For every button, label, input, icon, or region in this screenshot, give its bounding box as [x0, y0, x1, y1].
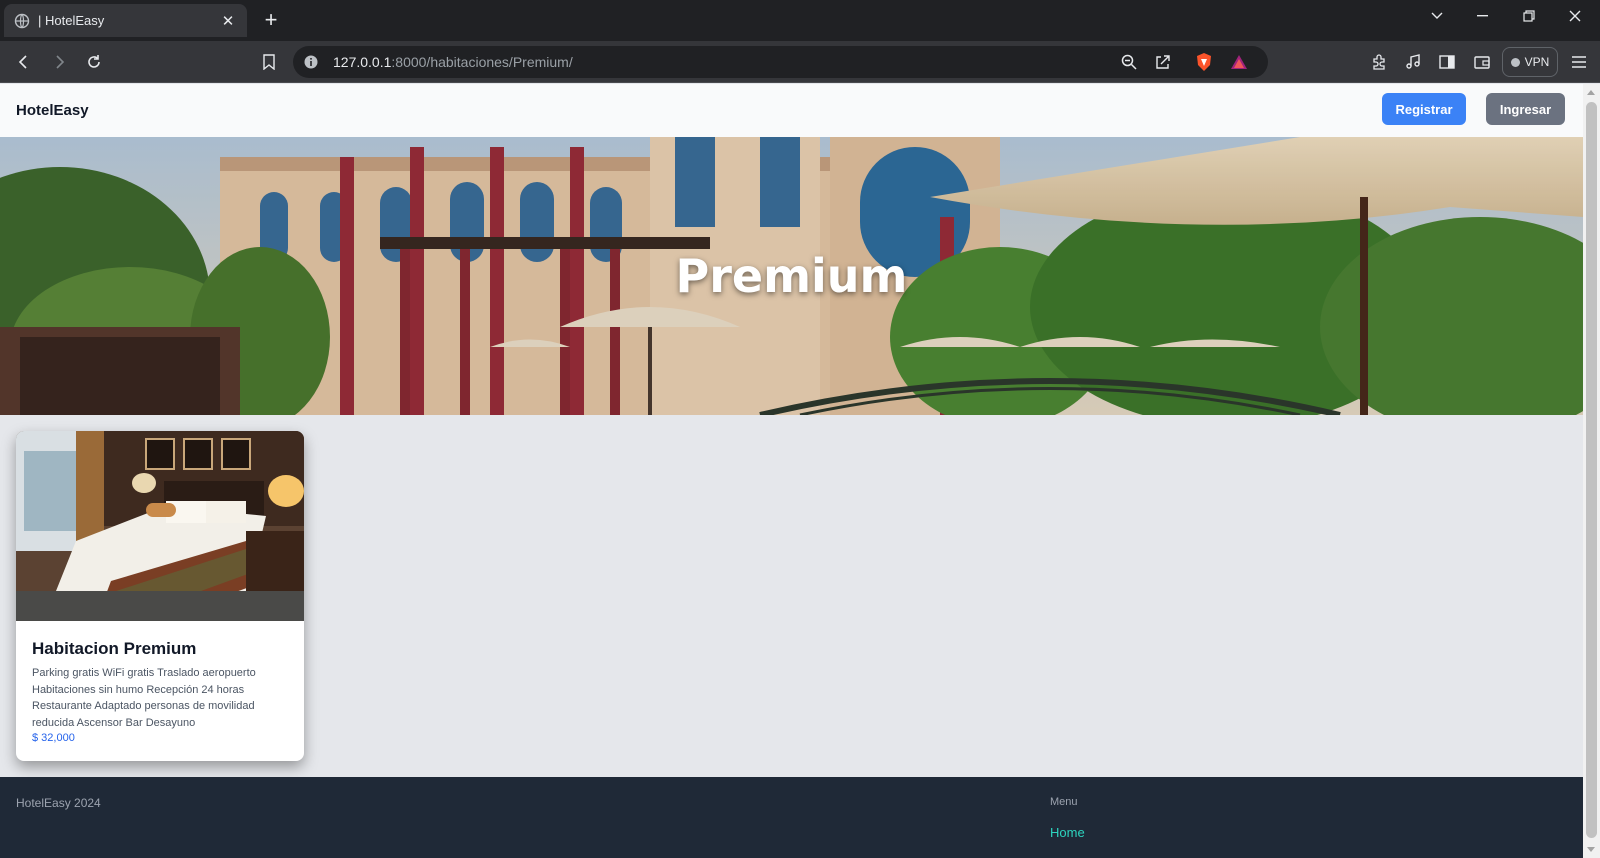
- zoom-icon[interactable]: [1116, 49, 1142, 75]
- footer-menu-heading: Menu: [1050, 796, 1078, 808]
- browser-tab-bar: | HotelEasy ✕ +: [0, 0, 1600, 41]
- room-amenities: Parking gratis WiFi gratis Traslado aero…: [32, 667, 256, 729]
- back-icon[interactable]: [11, 49, 37, 75]
- footer-copyright: HotelEasy 2024: [16, 796, 101, 810]
- reload-icon[interactable]: [81, 49, 107, 75]
- site-navbar: HotelEasy Registrar Ingresar: [0, 84, 1583, 137]
- scroll-down-icon[interactable]: [1587, 847, 1595, 852]
- page-title: Premium: [675, 249, 908, 303]
- extensions-icon[interactable]: [1366, 49, 1392, 75]
- restore-icon[interactable]: [1506, 0, 1552, 32]
- site-footer: HotelEasy 2024 Menu Home: [0, 777, 1583, 858]
- menu-icon[interactable]: [1566, 49, 1592, 75]
- wallet-icon[interactable]: [1469, 49, 1495, 75]
- tab-search-icon[interactable]: [1414, 0, 1460, 32]
- brave-shields-icon[interactable]: [1191, 49, 1217, 75]
- new-tab-icon[interactable]: +: [259, 8, 283, 32]
- globe-icon: [14, 13, 30, 29]
- site-brand[interactable]: HotelEasy: [16, 102, 89, 119]
- close-tab-icon[interactable]: ✕: [219, 12, 237, 30]
- room-price: $ 32,000: [32, 732, 75, 744]
- address-bar[interactable]: 127.0.0.1:8000/habitaciones/Premium/: [293, 46, 1268, 78]
- room-card[interactable]: Habitacion Premium Parking gratis WiFi g…: [16, 431, 304, 761]
- room-photo: [16, 431, 304, 621]
- site-info-icon[interactable]: [303, 54, 319, 70]
- room-title[interactable]: Habitacion Premium: [32, 639, 288, 659]
- scrollbar-thumb[interactable]: [1586, 102, 1597, 838]
- media-icon[interactable]: [1400, 49, 1426, 75]
- page-viewport: HotelEasy Registrar Ingresar Premium Hab…: [0, 84, 1583, 858]
- hero-banner: Premium: [0, 137, 1583, 415]
- url-text: 127.0.0.1:8000/habitaciones/Premium/: [333, 54, 573, 70]
- tab-title: | HotelEasy: [38, 13, 105, 28]
- forward-icon[interactable]: [46, 49, 72, 75]
- register-button[interactable]: Registrar: [1382, 93, 1466, 125]
- close-window-icon[interactable]: [1552, 0, 1598, 32]
- share-icon[interactable]: [1150, 49, 1176, 75]
- vpn-status-icon: [1510, 57, 1520, 67]
- browser-toolbar: 127.0.0.1:8000/habitaciones/Premium/ VPN: [0, 41, 1600, 83]
- minimize-icon[interactable]: [1460, 0, 1506, 32]
- scroll-up-icon[interactable]: [1587, 90, 1595, 95]
- room-card-body: Habitacion Premium Parking gratis WiFi g…: [16, 621, 304, 744]
- url-host: 127.0.0.1: [333, 54, 392, 70]
- vpn-button[interactable]: VPN: [1502, 47, 1558, 77]
- vpn-label: VPN: [1524, 55, 1550, 69]
- page-scrollbar[interactable]: [1583, 84, 1600, 858]
- bookmark-icon[interactable]: [256, 49, 282, 75]
- url-path: :8000/habitaciones/Premium/: [391, 54, 573, 70]
- footer-home-link[interactable]: Home: [1050, 825, 1085, 840]
- login-button[interactable]: Ingresar: [1486, 93, 1565, 125]
- browser-tab[interactable]: | HotelEasy ✕: [4, 4, 247, 37]
- sidebar-icon[interactable]: [1434, 49, 1460, 75]
- brave-rewards-icon[interactable]: [1226, 49, 1252, 75]
